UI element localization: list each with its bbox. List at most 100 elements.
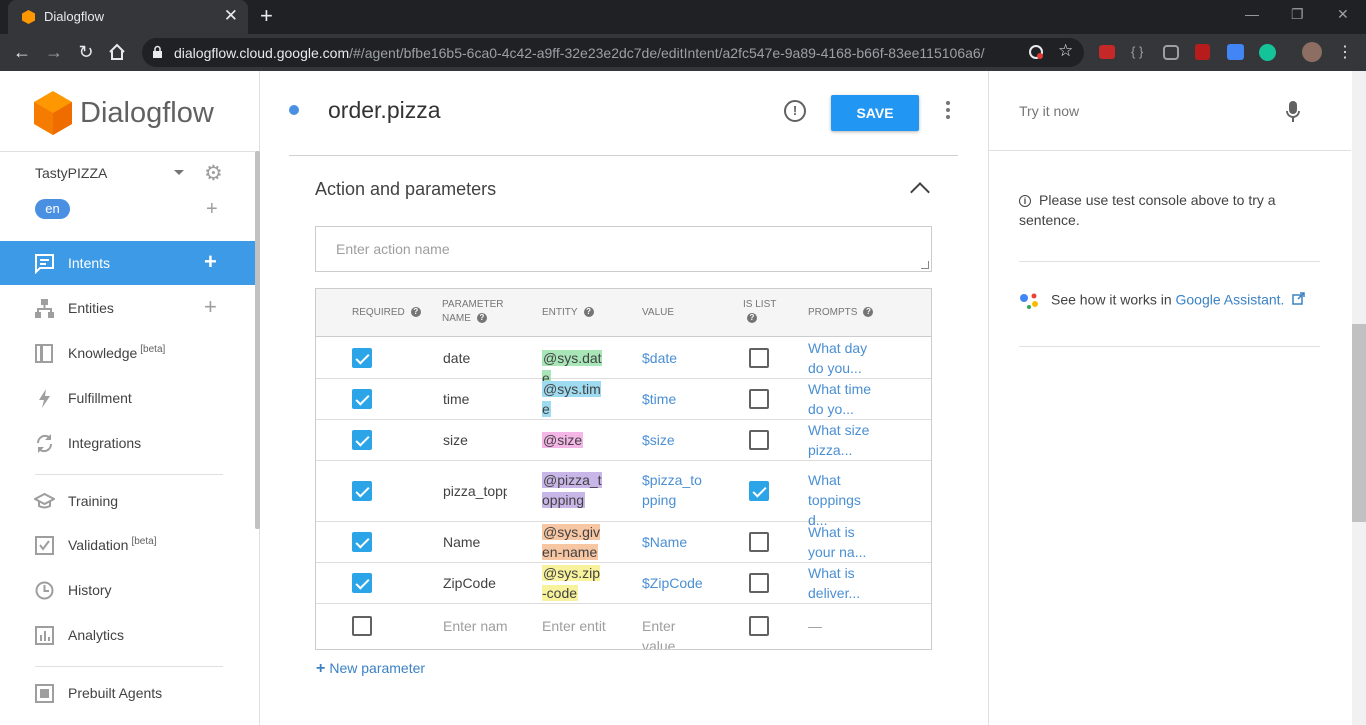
back-icon[interactable]: ← [10,40,34,64]
parameter-name[interactable]: date [443,348,507,368]
action-name-input[interactable]: Enter action name [315,226,932,272]
sidebar-item-entities[interactable]: Entities + [0,286,255,330]
profile-avatar[interactable] [1302,42,1322,62]
window-close-icon[interactable]: ✕ [1337,6,1349,23]
help-icon[interactable]: ? [747,313,757,324]
browser-tab[interactable]: Dialogflow ✕ [8,0,248,34]
required-checkbox[interactable] [352,481,372,501]
parameter-value[interactable]: $date [642,348,722,368]
is-list-checkbox[interactable] [749,389,769,409]
entity-input[interactable]: Enter entity [542,616,606,636]
grammarly-extension-icon[interactable] [1259,44,1276,61]
json-extension-icon[interactable]: { } [1131,44,1151,62]
intent-name[interactable]: order.pizza [328,97,441,124]
entity-tag[interactable]: @size [542,432,584,448]
parameter-name[interactable]: pizza_topping [443,481,507,501]
parameter-prompt[interactable]: What is your na... [808,522,880,562]
minimize-icon[interactable]: — [1245,6,1259,22]
forward-icon[interactable]: → [42,40,66,64]
external-link-icon[interactable] [1292,291,1306,305]
parameter-value[interactable]: $time [642,389,722,409]
more-options-icon[interactable] [940,98,956,122]
parameter-name-input[interactable]: Enter name [443,616,507,636]
is-list-checkbox[interactable] [749,532,769,552]
resize-handle[interactable] [921,261,929,269]
parameter-prompt[interactable]: What is deliver... [808,563,880,603]
parameter-prompt[interactable]: What day do you... [808,338,880,378]
agent-selector[interactable]: TastyPIZZA [35,165,107,181]
translate-extension-icon[interactable] [1227,44,1244,60]
help-icon[interactable]: ? [863,307,874,318]
site-settings-icon[interactable] [1027,43,1045,61]
parameter-value[interactable]: $Name [642,532,722,552]
parameter-prompt[interactable]: What time do yo... [808,379,880,419]
graduation-cap-icon [34,492,55,509]
parameter-prompt[interactable]: What toppings d... [808,470,880,530]
parameter-value[interactable]: $ZipCode [642,573,722,593]
parameter-name[interactable]: ZipCode [443,573,507,593]
is-list-checkbox[interactable] [749,573,769,593]
language-chip[interactable]: en [35,199,70,219]
new-parameter-link[interactable]: + New parameter [316,660,425,678]
required-checkbox[interactable] [352,616,372,636]
google-assistant-link[interactable]: Google Assistant. [1176,292,1285,308]
reload-icon[interactable]: ↻ [74,40,98,64]
required-checkbox[interactable] [352,430,372,450]
required-checkbox[interactable] [352,348,372,368]
required-checkbox[interactable] [352,532,372,552]
try-it-now-input[interactable]: Try it now [989,71,1351,151]
is-list-checkbox[interactable] [749,616,769,636]
sidebar-item-history[interactable]: History [0,568,255,612]
save-button[interactable]: SAVE [831,95,919,131]
parameter-value[interactable]: $size [642,430,722,450]
required-checkbox[interactable] [352,389,372,409]
new-tab-icon[interactable]: + [260,4,273,28]
is-list-checkbox[interactable] [749,430,769,450]
adblock-extension-icon[interactable] [1099,45,1115,59]
pocket-extension-icon[interactable] [1163,45,1179,60]
parameter-prompt[interactable]: What size pizza... [808,420,880,460]
pdf-extension-icon[interactable] [1195,44,1210,60]
alert-icon[interactable]: ! [784,100,806,122]
restore-icon[interactable]: ❐ [1291,6,1304,23]
parameter-name[interactable]: time [443,389,507,409]
add-entity-icon[interactable]: + [204,296,217,318]
sidebar-item-knowledge[interactable]: Knowledge [beta] [0,331,255,375]
parameter-value[interactable]: $pizza_topping [642,470,704,510]
caret-down-icon[interactable] [174,170,184,175]
parameter-name[interactable]: Name [443,532,507,552]
required-checkbox[interactable] [352,573,372,593]
entity-tag[interactable]: @pizza_topping [542,472,602,508]
is-list-checkbox[interactable] [749,481,769,501]
bookmark-star-icon[interactable]: ☆ [1058,41,1076,60]
sidebar-item-fulfillment[interactable]: Fulfillment [0,376,255,420]
address-bar[interactable]: dialogflow.cloud.google.com/#/agent/bfbe… [142,38,1084,67]
microphone-icon[interactable] [1286,101,1300,123]
add-intent-icon[interactable]: + [204,251,217,273]
add-language-icon[interactable]: + [206,199,218,219]
sidebar-item-prebuilt-agents[interactable]: Prebuilt Agents [0,671,255,715]
value-input[interactable]: Enter value [642,616,682,649]
sidebar-item-integrations[interactable]: Integrations [0,421,255,465]
url-domain: dialogflow.cloud.google.com [174,45,350,61]
sidebar-item-validation[interactable]: Validation [beta] [0,523,255,567]
parameter-name[interactable]: size [443,430,507,450]
sidebar-item-analytics[interactable]: Analytics [0,613,255,657]
panel-divider [1019,261,1320,262]
panel-scrollbar-thumb[interactable] [1352,324,1366,522]
browser-menu-icon[interactable]: ⋮ [1337,42,1353,62]
home-icon[interactable] [108,43,126,61]
help-icon[interactable]: ? [476,313,487,324]
chevron-up-icon[interactable] [910,182,930,202]
entity-tag[interactable]: @sys.time [542,381,601,417]
lightning-icon [39,389,50,408]
is-list-checkbox[interactable] [749,348,769,368]
gear-icon[interactable]: ⚙ [204,163,223,184]
entity-tag[interactable]: @sys.zip-code [542,565,600,601]
tab-close-icon[interactable]: ✕ [224,7,238,25]
sidebar-item-intents[interactable]: Intents + [0,241,255,285]
help-icon[interactable]: ? [583,307,594,318]
help-icon[interactable]: ? [410,307,421,318]
entity-tag[interactable]: @sys.given-name [542,524,600,560]
sidebar-item-training[interactable]: Training [0,479,255,523]
